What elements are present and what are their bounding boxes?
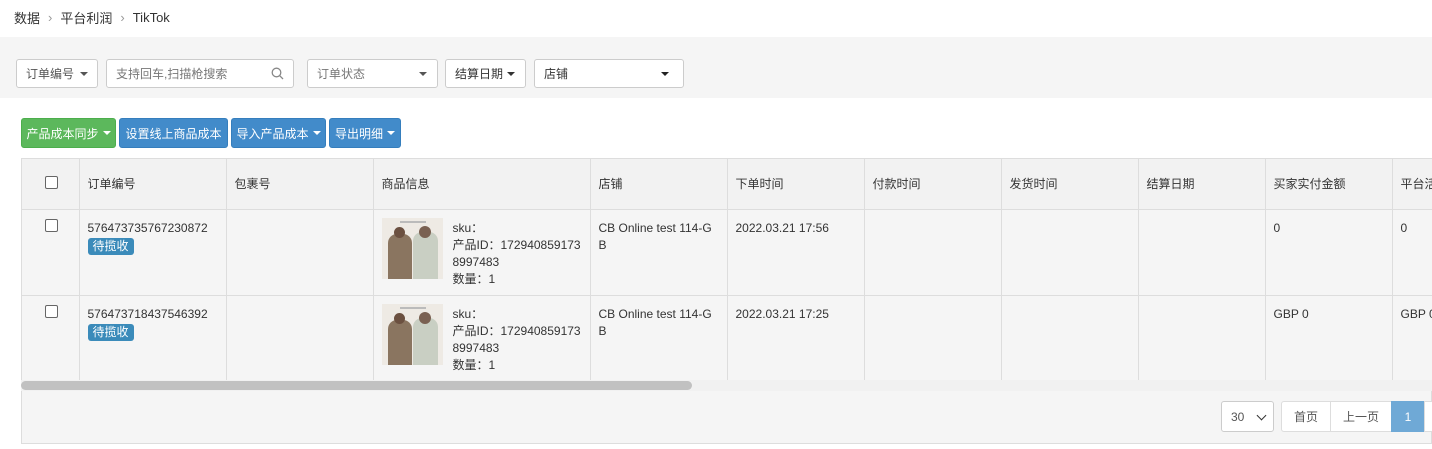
breadcrumb-item-tiktok: TikTok [132, 9, 170, 25]
page-1-button[interactable]: 1 [1391, 401, 1425, 432]
search-box [106, 59, 294, 88]
page-size-value: 30 [1231, 409, 1245, 424]
shop-select-label: 店铺 [544, 67, 569, 81]
product-sku: sku： [452, 306, 484, 321]
sync-cost-label: 产品成本同步 [26, 126, 99, 141]
row-select-cell [22, 295, 80, 380]
set-online-cost-label: 设置线上商品成本 [125, 126, 222, 141]
settle-date-cell [1138, 209, 1266, 296]
order-no: 576473718437546392 [87, 306, 208, 321]
chevron-down-icon [1256, 410, 1267, 421]
header-settle-date: 结算日期 [1138, 159, 1266, 210]
filter-bar: 订单编号 订单状态 结算日期 店铺 [0, 37, 1432, 98]
product-qty: 数量：1 [452, 271, 496, 286]
shop-cell: CB Online test 114-GB [590, 295, 728, 380]
orders-table: 订单编号 包裹号 商品信息 店铺 下单时间 付款时间 发货时间 结算日期 买家实… [21, 158, 1432, 380]
table-row: 576473735767230872 待揽收 sku： 产品ID：1729408… [22, 209, 1432, 296]
caret-down-icon [312, 131, 321, 135]
buyer-paid-cell: GBP 0 [1265, 295, 1393, 380]
package-no-cell [226, 295, 374, 380]
header-select-all [22, 159, 80, 210]
header-pay-time: 付款时间 [864, 159, 1002, 210]
buyer-paid-cell: 0 [1265, 209, 1393, 296]
caret-down-icon [80, 71, 88, 76]
settle-date-cell [1138, 295, 1266, 380]
product-id: 产品ID：1729408591738997483 [452, 323, 581, 355]
header-ship-time: 发货时间 [1001, 159, 1139, 210]
horizontal-scrollbar[interactable] [21, 380, 1432, 391]
table-header-row: 订单编号 包裹号 商品信息 店铺 下单时间 付款时间 发货时间 结算日期 买家实… [22, 159, 1432, 210]
breadcrumb-item-data[interactable]: 数据 [14, 8, 40, 27]
export-detail-label: 导出明细 [334, 126, 383, 141]
search-input[interactable] [116, 66, 266, 81]
platform-cell: GBP 0 [1392, 295, 1432, 380]
next-page-button[interactable] [1424, 401, 1432, 432]
order-status-select[interactable]: 订单状态 [307, 59, 438, 88]
header-buyer-paid: 买家实付金额 [1265, 159, 1393, 210]
order-no-dropdown[interactable]: 订单编号 [16, 59, 98, 88]
caret-down-icon [387, 131, 395, 135]
row-select-cell [22, 209, 80, 296]
settle-date-dropdown[interactable]: 结算日期 [445, 59, 526, 88]
select-all-checkbox[interactable] [45, 175, 58, 189]
scrollbar-thumb[interactable] [21, 381, 692, 390]
product-sku: sku： [452, 220, 484, 235]
row-checkbox[interactable] [45, 304, 58, 318]
sync-cost-button[interactable]: 产品成本同步 [21, 118, 116, 148]
first-page-button[interactable]: 首页 [1281, 401, 1331, 432]
row-checkbox[interactable] [45, 218, 58, 232]
header-package-no: 包裹号 [226, 159, 374, 210]
product-image[interactable] [381, 303, 443, 365]
order-time-cell: 2022.03.21 17:25 [727, 295, 865, 380]
breadcrumb: 数据 › 平台利润 › TikTok [14, 8, 170, 26]
product-image[interactable] [381, 217, 443, 279]
pay-time-cell [864, 295, 1002, 380]
caret-down-icon [102, 131, 111, 135]
caret-down-icon [507, 71, 516, 76]
product-qty: 数量：1 [452, 357, 496, 372]
order-no-cell: 576473735767230872 待揽收 [79, 209, 227, 296]
caret-down-icon [661, 72, 669, 76]
prev-page-button[interactable]: 上一页 [1330, 401, 1392, 432]
ship-time-cell [1001, 295, 1139, 380]
header-order-time: 下单时间 [727, 159, 865, 210]
product-info-cell: sku： 产品ID：1729408591738997483 数量：1 [373, 295, 591, 380]
pay-time-cell [864, 209, 1002, 296]
import-cost-label: 导入产品成本 [236, 126, 309, 141]
status-badge: 待揽收 [87, 237, 134, 255]
table-row: 576473718437546392 待揽收 sku： 产品ID：1729408… [22, 295, 1432, 380]
product-info-cell: sku： 产品ID：1729408591738997483 数量：1 [373, 209, 591, 296]
settle-date-label: 结算日期 [455, 67, 504, 81]
header-product-info: 商品信息 [373, 159, 591, 210]
header-platform: 平台活动 [1392, 159, 1432, 210]
order-no: 576473735767230872 [87, 220, 208, 235]
page-size-select[interactable]: 30 [1221, 401, 1274, 432]
order-time-cell: 2022.03.21 17:56 [727, 209, 865, 296]
status-badge: 待揽收 [87, 323, 134, 341]
platform-cell: 0 [1392, 209, 1432, 296]
header-order-no: 订单编号 [79, 159, 227, 210]
search-icon[interactable] [271, 67, 284, 80]
chevron-right-icon: › [48, 9, 53, 25]
pagination-bar: 30 首页 上一页 1 [21, 391, 1432, 444]
caret-down-icon [419, 72, 427, 76]
chevron-right-icon: › [120, 9, 125, 25]
shop-cell: CB Online test 114-GB [590, 209, 728, 296]
breadcrumb-item-platform-profit[interactable]: 平台利润 [60, 8, 112, 27]
export-detail-button[interactable]: 导出明细 [329, 118, 401, 148]
header-shop: 店铺 [590, 159, 728, 210]
set-online-cost-button[interactable]: 设置线上商品成本 [119, 118, 228, 148]
order-no-label: 订单编号 [26, 67, 75, 81]
package-no-cell [226, 209, 374, 296]
product-id: 产品ID：1729408591738997483 [452, 237, 581, 269]
shop-select[interactable]: 店铺 [534, 59, 684, 88]
import-cost-button[interactable]: 导入产品成本 [231, 118, 326, 148]
order-status-placeholder: 订单状态 [317, 67, 366, 81]
order-no-cell: 576473718437546392 待揽收 [79, 295, 227, 380]
ship-time-cell [1001, 209, 1139, 296]
